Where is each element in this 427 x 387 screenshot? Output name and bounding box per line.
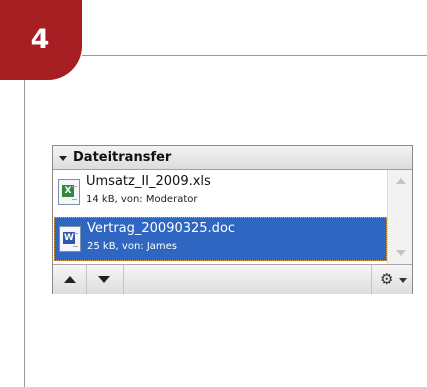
move-up-icon [64,276,76,283]
file-name: Vertrag_20090325.doc [87,221,236,236]
collapse-arrow-icon[interactable] [59,155,67,161]
file-row-selected[interactable]: W Vertrag_20090325.doc 25 kB, von: James [54,217,387,261]
file-meta: 14 kB, von: Moderator [86,194,198,205]
settings-menu-button[interactable]: ⚙ [371,265,413,294]
scroll-up-arrow-icon[interactable] [396,178,406,184]
guide-line-horizontal [82,55,427,56]
guide-line-vertical [24,80,25,387]
move-down-button[interactable] [86,265,124,294]
file-transfer-panel: Dateitransfer X Umsatz_II_2009.xls 14 kB… [52,145,413,294]
move-up-button[interactable] [53,265,87,294]
file-row[interactable]: X Umsatz_II_2009.xls 14 kB, von: Moderat… [54,171,387,215]
panel-toolbar: ⚙ [53,264,412,294]
move-down-icon [98,276,110,283]
gear-icon: ⚙ [380,270,394,288]
panel-title: Dateitransfer [73,150,172,165]
step-badge: 4 [0,0,82,80]
panel-header[interactable]: Dateitransfer [53,146,412,170]
chevron-down-icon [399,278,407,283]
file-list: X Umsatz_II_2009.xls 14 kB, von: Moderat… [53,170,387,264]
file-meta: 25 kB, von: James [87,241,178,252]
scroll-down-arrow-icon[interactable] [396,250,406,256]
file-name: Umsatz_II_2009.xls [86,174,211,189]
step-number: 4 [30,23,50,55]
excel-file-icon: X [58,179,80,205]
word-file-icon: W [59,226,81,252]
file-list-scrollbar[interactable] [387,170,412,264]
